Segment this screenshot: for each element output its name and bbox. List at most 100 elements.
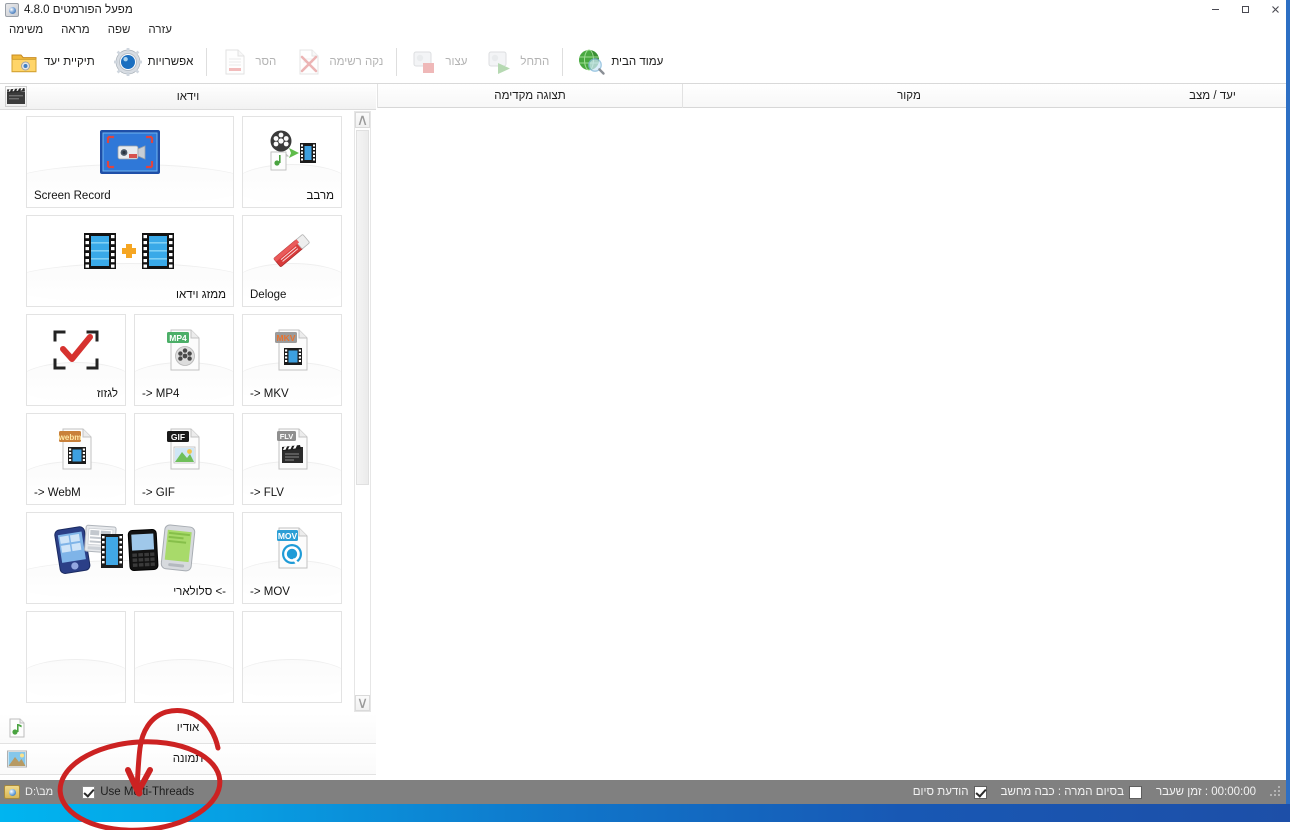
tile-label: -> WebM — [34, 487, 81, 499]
tile-to-mov[interactable]: MOV -> MOV — [242, 512, 342, 604]
tile-to-flv[interactable]: FLV -> FLV — [242, 413, 342, 505]
tile-label: -> סלולארי — [173, 586, 226, 598]
desktop-background — [0, 822, 1290, 830]
shutdown-checkbox[interactable]: בסיום המרה : כבה מחשב — [1000, 785, 1142, 799]
tile-label: Deloge — [250, 289, 287, 301]
tile-label: Screen Record — [34, 190, 111, 202]
tile-partial-2[interactable] — [134, 611, 234, 703]
checkbox-box[interactable] — [1128, 785, 1142, 799]
conversion-list[interactable] — [377, 108, 1290, 780]
webm-icon: webm — [27, 420, 125, 478]
window-controls — [1200, 0, 1290, 19]
desktop-taskbar — [0, 804, 1290, 822]
svg-text:MP4: MP4 — [169, 333, 187, 343]
clapperboard-icon — [5, 86, 27, 107]
finish-message-checkbox[interactable]: הודעת סיום — [912, 785, 987, 799]
scrollbar-thumb[interactable] — [356, 130, 369, 485]
window-right-edge — [1286, 0, 1290, 804]
globe-icon — [576, 47, 606, 77]
panel-header-video[interactable]: וידאו — [0, 84, 376, 110]
maximize-button[interactable] — [1230, 0, 1260, 19]
minimize-button[interactable] — [1200, 0, 1230, 19]
tile-row: ממזג וידאו Deloge — [0, 215, 354, 314]
category-item-picture[interactable]: תמונה — [0, 744, 376, 775]
mux-icon — [243, 123, 341, 181]
status-bar-left: D:\מב Use Multi-Threads — [0, 780, 194, 804]
toolbar-button-output-folder[interactable]: תיקיית יעד — [0, 42, 104, 82]
start-icon — [485, 47, 515, 77]
tile-screen-record[interactable]: Screen Record — [26, 116, 234, 208]
mov-icon: MOV — [243, 519, 341, 577]
toolbar-button-clear-list[interactable]: נקה רשימה — [285, 42, 392, 82]
gear-icon — [113, 47, 143, 77]
toolbar-label-output-folder: תיקיית יעד — [44, 56, 95, 68]
tile-to-webm[interactable]: webm -> WebM — [26, 413, 126, 505]
menu-item-task[interactable]: משימה — [0, 21, 52, 39]
tile-label: -> MKV — [250, 388, 289, 400]
stop-icon — [410, 47, 440, 77]
window-title: מפעל הפורמטים 4.8.0 — [24, 3, 133, 16]
tile-label: לגזוז — [96, 388, 118, 400]
tile-to-gif[interactable]: GIF -> GIF — [134, 413, 234, 505]
tile-to-mkv[interactable]: MKV -> MKV — [242, 314, 342, 406]
output-folder-icon[interactable] — [4, 785, 20, 799]
toolbar-label-clear-list: נקה רשימה — [329, 56, 384, 68]
toolbar-button-homepage[interactable]: עמוד הבית — [567, 42, 672, 82]
toolbar-label-start: התחל — [520, 56, 550, 68]
gif-icon: GIF — [135, 420, 233, 478]
status-bar: D:\מב Use Multi-Threads הודעת סיום בסיום… — [0, 780, 1290, 804]
tile-to-mobile[interactable]: -> סלולארי — [26, 512, 234, 604]
app-icon — [5, 2, 19, 17]
tile-to-mp4[interactable]: MP4 -> MP4 — [134, 314, 234, 406]
clear-list-icon — [294, 47, 324, 77]
category-label: תמונה — [172, 753, 204, 765]
output-path-label[interactable]: D:\מב — [25, 786, 53, 798]
tile-row-partial — [0, 611, 354, 710]
status-bar-right: הודעת סיום בסיום המרה : כבה מחשב 00:00:0… — [912, 785, 1290, 799]
column-header-source[interactable]: מקור — [682, 84, 1135, 108]
menu-item-appearance[interactable]: מראה — [52, 21, 99, 39]
picture-icon — [6, 748, 28, 770]
toolbar-button-stop[interactable]: עצור — [401, 42, 476, 82]
multi-threads-checkbox[interactable]: Use Multi-Threads — [82, 785, 195, 799]
video-joiner-icon — [27, 222, 233, 280]
checkbox-box[interactable] — [82, 785, 96, 799]
tile-crop[interactable]: לגזוז — [26, 314, 126, 406]
category-item-audio[interactable]: אודיו — [0, 713, 376, 744]
finish-message-label: הודעת סיום — [912, 786, 969, 798]
resize-grip[interactable] — [1270, 786, 1282, 798]
column-header-target-status[interactable]: יעד / מצב — [1135, 84, 1290, 108]
toolbar: תיקיית יעד אפשרויות הסר נקה רשימה עצור ה… — [0, 41, 1290, 84]
category-list: אודיו תמונה — [0, 713, 376, 830]
scroll-down-arrow[interactable]: ∨ — [355, 695, 370, 712]
tile-mux[interactable]: מרבב — [242, 116, 342, 208]
shutdown-label: בסיום המרה : כבה מחשב — [1000, 786, 1124, 798]
tile-label: מרבב — [306, 190, 334, 202]
tile-video-joiner[interactable]: ממזג וידאו — [26, 215, 234, 307]
tile-scrollbar[interactable]: ∧ ∨ — [354, 111, 371, 712]
toolbar-label-remove: הסר — [255, 56, 277, 68]
tile-label: -> MP4 — [142, 388, 180, 400]
multi-threads-label: Use Multi-Threads — [100, 786, 195, 798]
menu-item-language[interactable]: שפה — [99, 21, 140, 39]
toolbar-separator-2 — [396, 48, 398, 76]
column-header-preview[interactable]: תצוגה מקדימה — [377, 84, 682, 108]
mp4-icon: MP4 — [135, 321, 233, 379]
deloge-icon — [243, 222, 341, 280]
toolbar-button-options[interactable]: אפשרויות — [104, 42, 203, 82]
toolbar-button-remove[interactable]: הסר — [211, 42, 285, 82]
checkbox-box[interactable] — [973, 785, 987, 799]
audio-icon — [6, 717, 28, 739]
tile-row: לגזוז MP4 -> MP4 MKV -> MKV — [0, 314, 354, 413]
scroll-up-arrow[interactable]: ∧ — [355, 112, 370, 129]
tile-label: -> MOV — [250, 586, 290, 598]
tile-partial-3[interactable] — [242, 611, 342, 703]
toolbar-button-start[interactable]: התחל — [476, 42, 558, 82]
crop-icon — [27, 321, 125, 379]
tile-partial-1[interactable] — [26, 611, 126, 703]
tile-label: -> GIF — [142, 487, 175, 499]
menu-item-help[interactable]: עזרה — [139, 21, 181, 39]
main-area: תצוגה מקדימה מקור יעד / מצב — [377, 84, 1290, 780]
tile-label: ממזג וידאו — [175, 289, 226, 301]
tile-deloge[interactable]: Deloge — [242, 215, 342, 307]
